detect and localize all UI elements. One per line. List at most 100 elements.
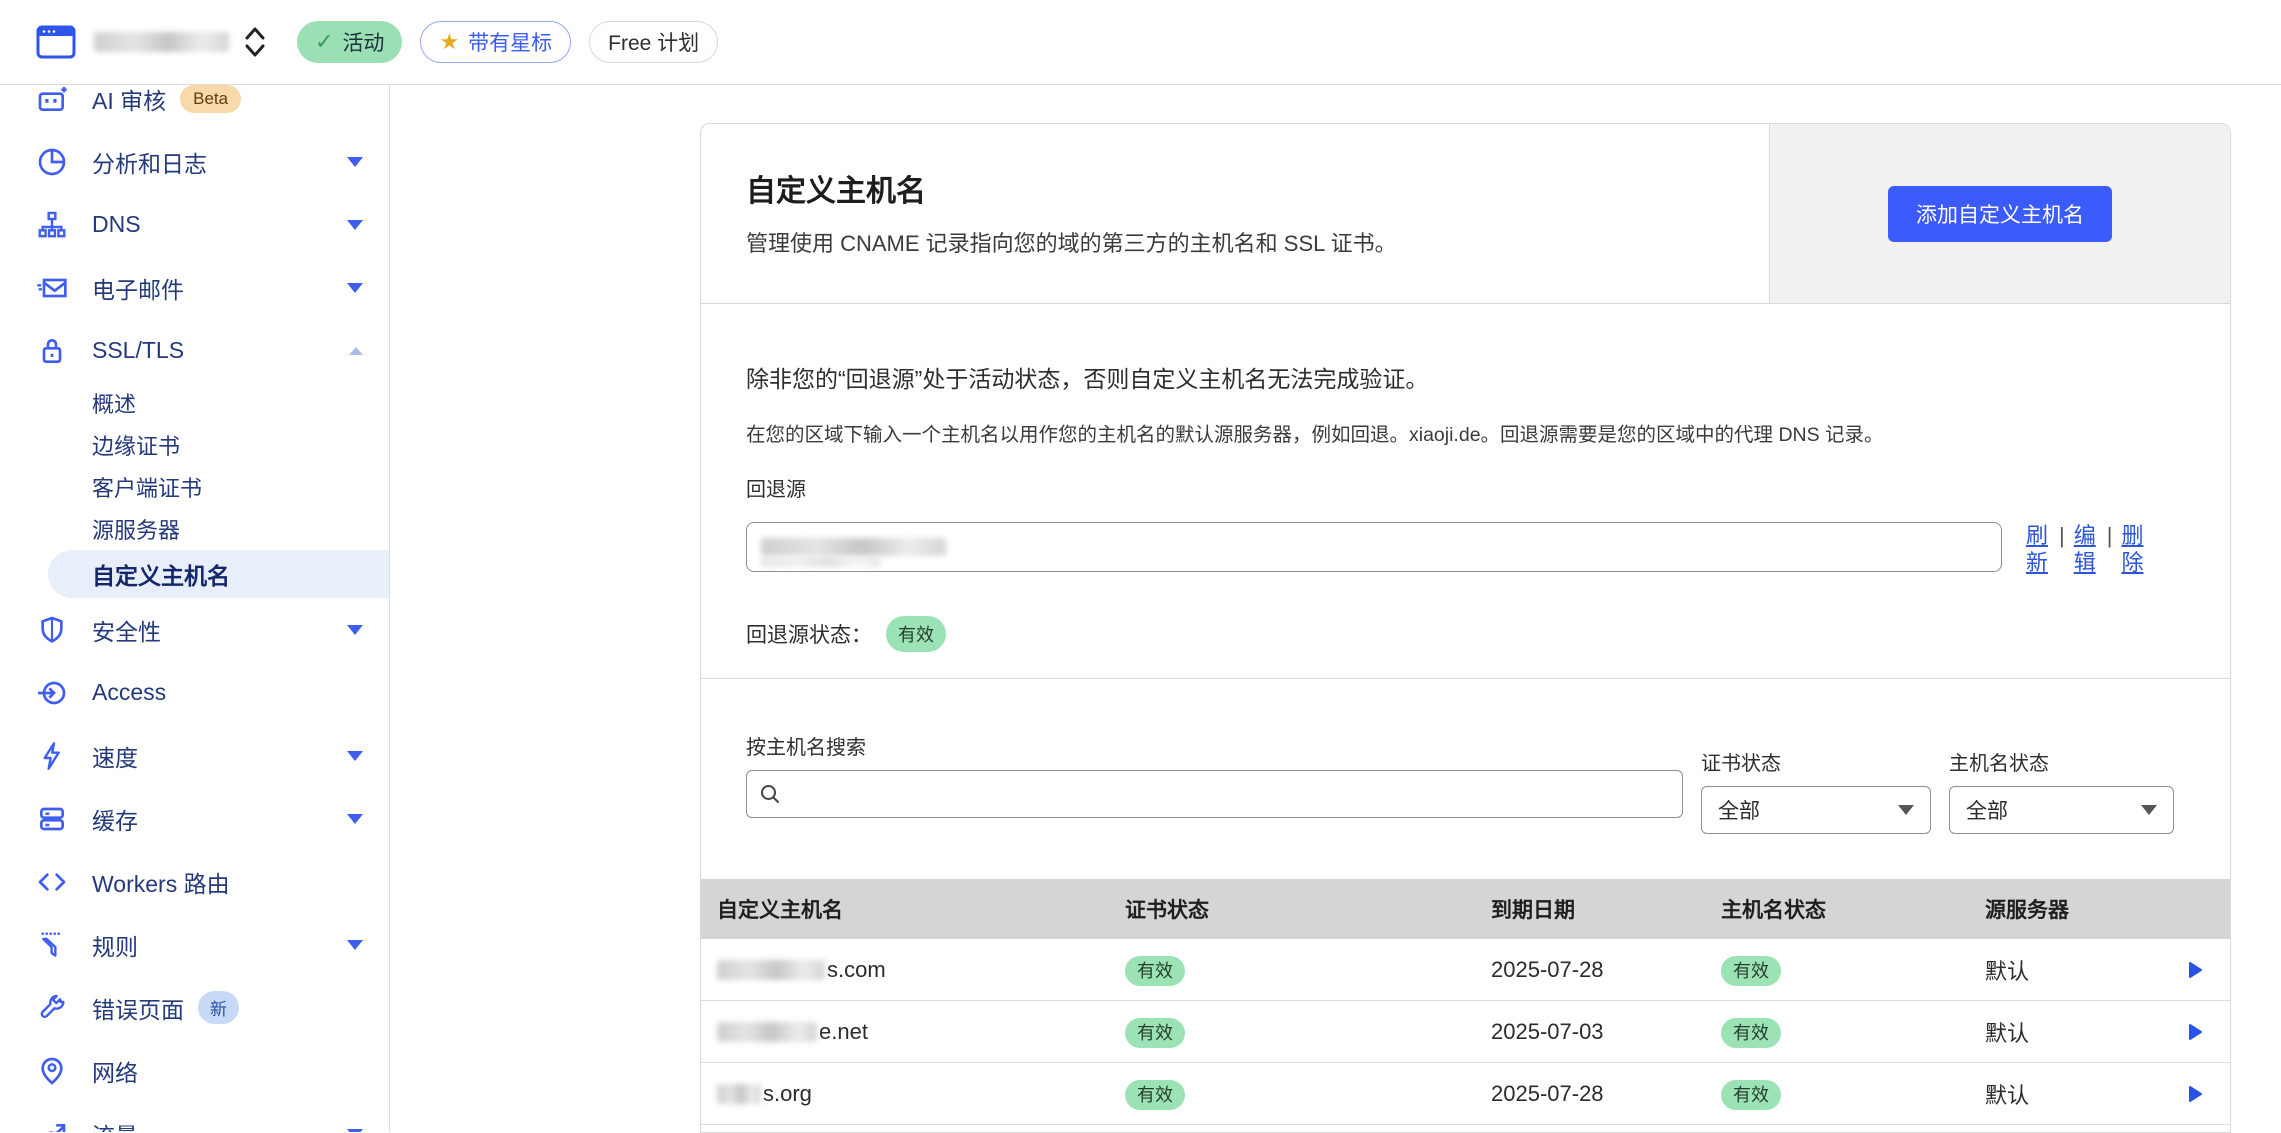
delete-link[interactable]: 删除 [2121,522,2145,576]
sidebar-item-ai-audit[interactable]: AI 审核 Beta [0,85,389,130]
sidebar-subitem-label: 自定义主机名 [92,557,230,591]
cert-status-badge: 有效 [1125,1080,1185,1110]
search-label: 按主机名搜索 [746,731,1683,760]
location-pin-icon [36,1055,68,1087]
sidebar-subitem-label: 客户端证书 [92,471,202,503]
refresh-link[interactable]: 刷新 [2026,522,2050,576]
search-icon [759,783,781,805]
sidebar-subitem-edge-certs[interactable]: 边缘证书 [0,424,389,466]
shield-icon [36,614,68,646]
wrench-icon [36,992,68,1024]
sidebar-item-speed[interactable]: 速度 [0,724,389,787]
access-icon [36,677,68,709]
sidebar-item-label: Access [92,679,166,706]
fallback-actions: 刷新 | 编辑 | 删除 [2026,522,2145,576]
table-row: s.org 有效 2025-07-28 有效 默认 [701,1063,2230,1125]
col-header-hostname: 自定义主机名 [701,894,1125,924]
sidebar-item-label: 规则 [92,928,138,962]
chevron-down-icon[interactable] [347,814,363,824]
fallback-origin-value-redacted [761,538,946,556]
fallback-status-badge: 有效 [886,616,946,652]
col-header-host-status: 主机名状态 [1721,894,1985,924]
custom-hostnames-card: 自定义主机名 管理使用 CNAME 记录指向您的域的第三方的主机名和 SSL 证… [700,123,2231,1133]
sidebar-subitem-origin-server[interactable]: 源服务器 [0,508,389,550]
host-status-badge: 有效 [1721,1018,1781,1048]
cert-status-select[interactable]: 全部 [1701,786,1931,834]
sidebar-subitem-label: 源服务器 [92,513,180,545]
filter-section: 按主机名搜索 证书状态 全部 主机名状态 全部 [701,679,2230,879]
chevron-down-icon[interactable] [347,283,363,293]
sidebar-item-label: 错误页面 [92,991,184,1025]
chevron-down-icon[interactable] [347,751,363,761]
sidebar-item-dns[interactable]: DNS [0,193,389,256]
hostname-search-box[interactable] [746,770,1683,818]
col-header-expiry: 到期日期 [1491,894,1721,924]
hostname-suffix: s.org [763,1081,812,1107]
sidebar: AI 审核 Beta 分析和日志 DNS [0,85,390,1132]
origin-value: 默认 [1985,1078,2161,1110]
code-brackets-icon [36,866,68,898]
search-input[interactable] [791,782,1682,806]
sidebar-subitem-label: 边缘证书 [92,429,180,461]
sidebar-subitem-label: 概述 [92,387,136,419]
hostname-suffix: e.net [819,1019,868,1045]
sidebar-item-email[interactable]: 电子邮件 [0,256,389,319]
chevron-down-icon[interactable] [347,220,363,230]
origin-value: 默认 [1985,1016,2161,1048]
row-expand-button[interactable] [2161,1023,2230,1041]
sidebar-subitem-overview[interactable]: 概述 [0,382,389,424]
sidebar-subitem-custom-hostnames-active[interactable]: 自定义主机名 [48,550,390,598]
sidebar-item-label: 分析和日志 [92,145,207,179]
fallback-status-label: 回退源状态： [746,619,872,649]
sidebar-item-cache[interactable]: 缓存 [0,787,389,850]
host-status-badge: 有效 [1721,1080,1781,1110]
star-icon: ★ [439,29,459,55]
custom-hostnames-table: 自定义主机名 证书状态 到期日期 主机名状态 源服务器 s.com 有效 202… [701,879,2230,1125]
sidebar-item-ssl-tls[interactable]: SSL/TLS [0,319,389,382]
hostname-cell: s.org [701,1081,1125,1107]
account-switcher-icon[interactable] [243,25,267,59]
sidebar-item-access[interactable]: Access [0,661,389,724]
add-custom-hostname-button[interactable]: 添加自定义主机名 [1888,186,2112,242]
expiry-date: 2025-07-28 [1491,1081,1721,1107]
starred-badge[interactable]: ★ 带有星标 [420,21,571,63]
card-header: 自定义主机名 管理使用 CNAME 记录指向您的域的第三方的主机名和 SSL 证… [701,124,2230,304]
expiry-date: 2025-07-28 [1491,957,1721,983]
page-title: 自定义主机名 [746,166,1724,210]
sidebar-item-traffic[interactable]: 流量 [0,1102,389,1132]
chevron-up-icon[interactable] [349,347,363,355]
sidebar-subitem-client-certs[interactable]: 客户端证书 [0,466,389,508]
sidebar-item-label: SSL/TLS [92,337,184,364]
sidebar-item-rules[interactable]: 规则 [0,913,389,976]
hostname-redacted [717,960,825,980]
chevron-down-icon [1898,805,1914,815]
sidebar-item-label: AI 审核 [92,85,166,116]
chevron-down-icon[interactable] [347,625,363,635]
sidebar-item-security[interactable]: 安全性 [0,598,389,661]
row-expand-button[interactable] [2161,961,2230,979]
hostname-cell: s.com [701,957,1125,983]
sidebar-item-analytics[interactable]: 分析和日志 [0,130,389,193]
sidebar-item-error-pages[interactable]: 错误页面 新 [0,976,389,1039]
hostname-redacted [717,1022,817,1042]
fallback-origin-input[interactable] [746,522,2002,572]
chevron-down-icon[interactable] [347,1129,363,1133]
chevron-down-icon[interactable] [347,157,363,167]
funnel-icon [36,929,68,961]
row-expand-button[interactable] [2161,1085,2230,1103]
origin-value: 默认 [1985,954,2161,986]
plan-badge: Free 计划 [589,21,718,63]
sidebar-item-label: 缓存 [92,802,138,836]
host-status-select[interactable]: 全部 [1949,786,2174,834]
expand-triangle-icon [2188,961,2203,979]
sidebar-item-label: 网络 [92,1054,138,1088]
window-icon [36,25,76,59]
cert-status-label: 证书状态 [1701,747,1931,776]
chevron-down-icon[interactable] [347,940,363,950]
sidebar-item-label: DNS [92,211,141,238]
sidebar-item-network[interactable]: 网络 [0,1039,389,1102]
email-icon [36,272,68,304]
host-status-value: 全部 [1966,795,2008,825]
edit-link[interactable]: 编辑 [2074,522,2098,576]
sidebar-item-workers-routes[interactable]: Workers 路由 [0,850,389,913]
